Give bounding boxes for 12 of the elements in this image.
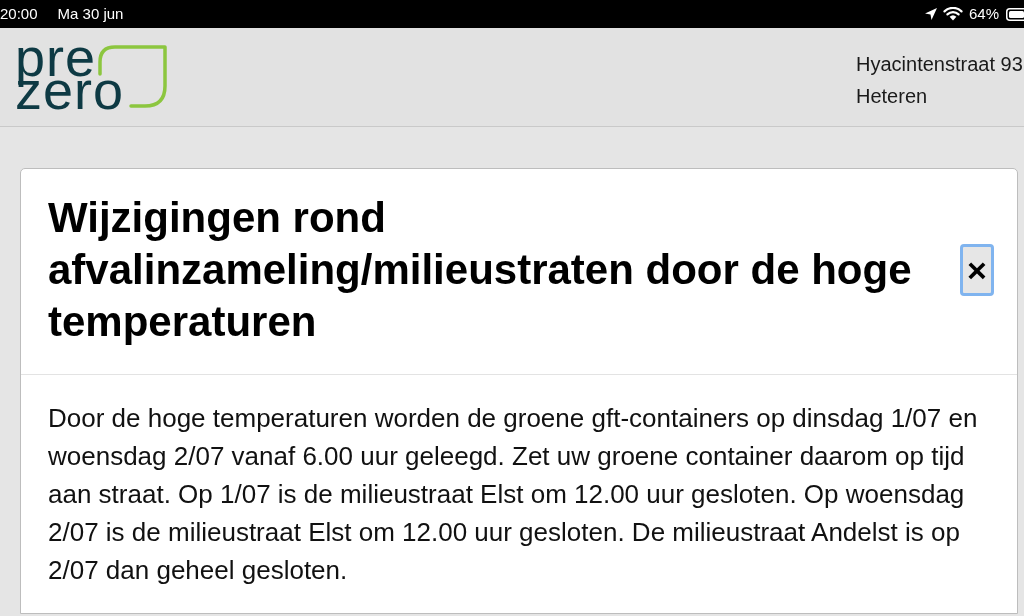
close-button[interactable]: × [960,244,994,296]
company-logo: pre zero [15,41,168,109]
wifi-icon [942,7,963,21]
status-date: Ma 30 jun [57,3,124,24]
location-arrow-icon [923,7,938,21]
battery-icon [1006,7,1024,21]
modal-title: Wijzigingen rond afvalinzameling/milieustraten door de hoge temperaturen [48,193,913,347]
address-line: Hyacintenstraat 93 [856,52,1024,77]
battery-percentage: 64% [968,3,999,24]
modal-body-text: Door de hoge temperaturen worden de groene gft-containers op dinsdag 1/07 en woensdag 2/07 vanaf 6.00 uur geleegd. Zet uw groene container daarom op tijd aan straat. Op 1/07 is de milieustraat Elst om 12.00 uur gesloten. Op woensdag 2/07 is de milieustraat Elst om 12.00 uur gesloten. De milieustraat Andelst is op 2/07 dan geheel gesloten. [48,402,979,587]
status-time: 20:00 [0,3,38,24]
address-line: Heteren [856,84,929,109]
